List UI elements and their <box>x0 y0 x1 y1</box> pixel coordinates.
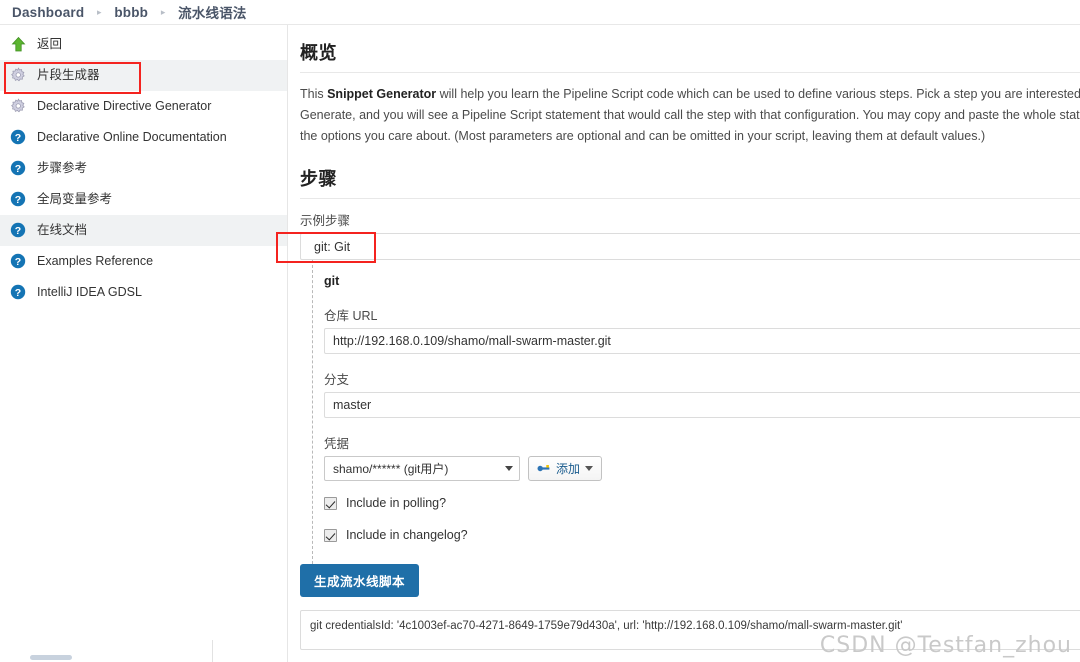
sidebar-item-intellij-idea-gdsl[interactable]: ? IntelliJ IDEA GDSL <box>0 277 287 308</box>
breadcrumb: Dashboard ▸ bbbb ▸ 流水线语法 <box>0 0 1080 25</box>
steps-heading: 步骤 <box>300 165 1080 199</box>
overview-paragraph: This Snippet Generator will help you lea… <box>300 84 1080 147</box>
breadcrumb-item-dashboard[interactable]: Dashboard <box>12 5 84 20</box>
divider <box>212 640 213 662</box>
branch-value: master <box>333 398 372 412</box>
add-button-label: 添加 <box>556 462 581 476</box>
sidebar-item-label: Examples Reference <box>37 254 154 269</box>
generated-script-output[interactable]: git credentialsId: '4c1003ef-ac70-4271-8… <box>300 610 1080 650</box>
overview-bold-term: Snippet Generator <box>327 87 437 101</box>
credentials-row: 凭据 shamo/****** (git用户) 添加 <box>324 433 1080 481</box>
repo-url-value: http://192.168.0.109/shamo/mall-swarm-ma… <box>333 334 611 348</box>
sidebar-item-declarative-directive-generator[interactable]: Declarative Directive Generator <box>0 91 287 122</box>
include-polling-label: Include in polling? <box>346 496 447 510</box>
include-changelog-checkbox[interactable] <box>324 528 337 542</box>
branch-row: 分支 master <box>324 369 1080 418</box>
repo-url-input[interactable]: http://192.168.0.109/shamo/mall-swarm-ma… <box>324 328 1080 354</box>
include-polling-checkbox[interactable] <box>324 496 337 510</box>
sample-step-select[interactable]: git: Git <box>300 233 1080 260</box>
credentials-select[interactable]: shamo/****** (git用户) <box>324 456 520 481</box>
sidebar: 返回 片段生成器 Declarative Directive Generator <box>0 25 288 662</box>
sidebar-item-label: 片段生成器 <box>37 68 100 83</box>
repo-url-row: 仓库 URL http://192.168.0.109/shamo/mall-s… <box>324 305 1080 354</box>
branch-label: 分支 <box>324 373 350 387</box>
help-icon: ? <box>10 253 27 270</box>
generated-script-text: git credentialsId: '4c1003ef-ac70-4271-8… <box>310 620 903 632</box>
credentials-label: 凭据 <box>324 437 350 451</box>
svg-text:?: ? <box>15 163 21 175</box>
svg-text:?: ? <box>15 256 21 268</box>
add-key-icon <box>537 463 551 474</box>
gear-icon <box>10 67 27 84</box>
help-icon: ? <box>10 284 27 301</box>
sidebar-item-online-documentation[interactable]: ? 在线文档 <box>0 215 287 246</box>
breadcrumb-item-bbbb[interactable]: bbbb <box>114 5 148 20</box>
gear-icon <box>10 98 27 115</box>
sidebar-item-label: 返回 <box>37 37 63 52</box>
svg-text:?: ? <box>15 132 21 144</box>
main-content: 概览 This Snippet Generator will help you … <box>288 25 1080 662</box>
sidebar-item-global-variable-reference[interactable]: ? 全局变量参考 <box>0 184 287 215</box>
help-icon: ? <box>10 222 27 239</box>
sidebar-item-label: 全局变量参考 <box>37 192 113 207</box>
breadcrumb-separator: ▸ <box>97 6 102 17</box>
branch-input[interactable]: master <box>324 392 1080 418</box>
overview-heading: 概览 <box>300 39 1080 73</box>
sidebar-item-back[interactable]: 返回 <box>0 29 287 60</box>
include-polling-row[interactable]: Include in polling? <box>324 496 1080 510</box>
help-icon: ? <box>10 160 27 177</box>
step-config-panel: git 仓库 URL http://192.168.0.109/shamo/ma… <box>312 260 1080 564</box>
sidebar-item-label: IntelliJ IDEA GDSL <box>37 285 142 300</box>
page-body: 返回 片段生成器 Declarative Directive Generator <box>0 25 1080 662</box>
chevron-down-icon <box>505 466 513 471</box>
include-changelog-row[interactable]: Include in changelog? <box>324 528 1080 542</box>
step-name-label: git <box>324 274 340 288</box>
svg-text:?: ? <box>15 287 21 299</box>
breadcrumb-separator: ▸ <box>160 6 166 17</box>
svg-text:?: ? <box>15 225 21 237</box>
generate-pipeline-script-button[interactable]: 生成流水线脚本 <box>300 564 420 597</box>
up-arrow-icon <box>10 36 27 53</box>
sidebar-item-label: Declarative Directive Generator <box>37 99 212 114</box>
chevron-down-icon <box>585 466 594 471</box>
credentials-value: shamo/****** (git用户) <box>333 462 449 476</box>
sidebar-item-label: 步骤参考 <box>37 161 88 176</box>
overview-text-part1: This <box>300 87 328 101</box>
svg-text:?: ? <box>15 194 21 206</box>
breadcrumb-item-pipeline-syntax[interactable]: 流水线语法 <box>178 2 247 22</box>
sample-step-label: 示例步骤 <box>300 214 351 228</box>
repo-url-label: 仓库 URL <box>324 309 378 323</box>
horizontal-scrollbar[interactable] <box>30 655 72 660</box>
sidebar-item-examples-reference[interactable]: ? Examples Reference <box>0 246 287 277</box>
sidebar-item-declarative-online-documentation[interactable]: ? Declarative Online Documentation <box>0 122 287 153</box>
sidebar-item-snippet-generator[interactable]: 片段生成器 <box>0 60 287 91</box>
sidebar-item-step-reference[interactable]: ? 步骤参考 <box>0 153 287 184</box>
sidebar-item-label: 在线文档 <box>37 223 88 238</box>
help-icon: ? <box>10 191 27 208</box>
include-changelog-label: Include in changelog? <box>346 528 468 542</box>
sidebar-item-label: Declarative Online Documentation <box>37 130 227 145</box>
sample-step-value: git: Git <box>314 239 351 254</box>
help-icon: ? <box>10 129 27 146</box>
add-credentials-button[interactable]: 添加 <box>528 456 603 481</box>
